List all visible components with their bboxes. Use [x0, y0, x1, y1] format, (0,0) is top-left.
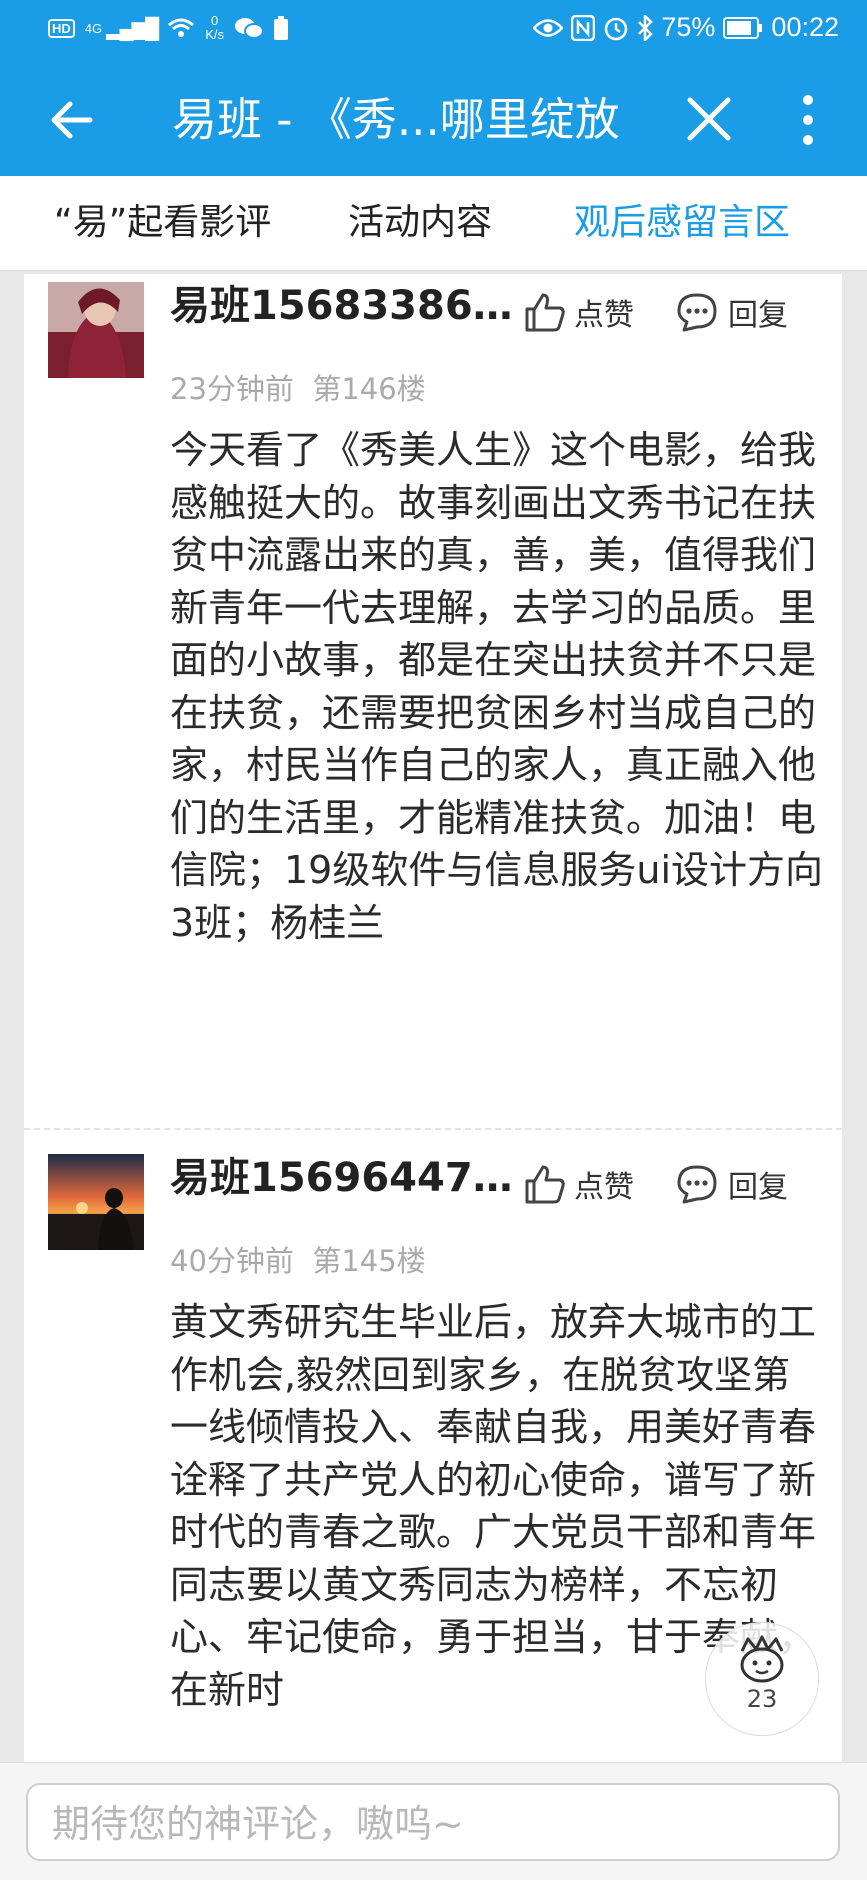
reply-button[interactable]: 回复 [676, 290, 788, 334]
avatar[interactable] [48, 1154, 144, 1250]
wechat-icon [235, 18, 265, 39]
status-bar: HD 4G ▂▄▆█ 0 K/s 75% 00:22 [0, 0, 867, 62]
battery-small-icon [274, 16, 289, 40]
alarm-icon [605, 17, 628, 40]
clock: 00:22 [771, 12, 839, 42]
comment-author[interactable]: 易班15696447... [170, 1150, 518, 1206]
bluetooth-icon [638, 14, 654, 41]
comment-time: 23分钟前 [170, 372, 294, 406]
hd-badge: HD [48, 18, 75, 38]
tab-bar: “易”起看影评 活动内容 观后感留言区 [0, 176, 867, 271]
thumbs-up-icon [525, 1165, 565, 1204]
like-label: 点赞 [574, 1170, 634, 1205]
page-title: 易班 - 《秀...哪里绽放 [172, 93, 620, 146]
wifi-icon [168, 18, 195, 37]
reply-button[interactable]: 回复 [676, 1162, 788, 1206]
reply-bubble-icon [677, 293, 717, 332]
comment-meta: 23分钟前 第146楼 [170, 366, 426, 408]
like-button[interactable]: 点赞 [524, 1162, 634, 1206]
nfc-icon [571, 14, 596, 41]
avatar[interactable] [48, 282, 144, 378]
floating-badge-count: 23 [746, 1685, 778, 1713]
reply-label: 回复 [728, 298, 788, 333]
comment-floor: 第145楼 [312, 1244, 426, 1278]
comment-input[interactable]: 期待您的神评论，嗷呜~ [26, 1783, 840, 1861]
comment-time: 40分钟前 [170, 1244, 294, 1278]
back-arrow-icon[interactable] [44, 92, 100, 148]
signal-icon: ▂▄▆█ [106, 17, 159, 40]
reply-label: 回复 [728, 1170, 788, 1205]
comment-list[interactable]: 易班15683386... 点赞 回复 23分钟前 第146楼 今天看了《秀美人… [24, 274, 842, 1762]
floating-mascot-button[interactable]: 23 [705, 1622, 819, 1736]
tab-film-review[interactable]: “易”起看影评 [54, 198, 271, 248]
comment-floor: 第146楼 [312, 372, 426, 406]
app-bar: 易班 - 《秀...哪里绽放 [0, 62, 867, 176]
comment-meta: 40分钟前 第145楼 [170, 1238, 426, 1280]
comment-divider [24, 1128, 842, 1130]
battery-percent: 75% [661, 12, 716, 42]
like-label: 点赞 [574, 298, 634, 333]
tab-comments-area[interactable]: 观后感留言区 [574, 198, 790, 248]
close-icon[interactable] [680, 90, 738, 148]
tab-activity-content[interactable]: 活动内容 [348, 198, 492, 248]
comment-author[interactable]: 易班15683386... [170, 278, 518, 334]
thumbs-up-icon [525, 293, 565, 332]
reply-bubble-icon [677, 1165, 717, 1204]
more-menu-icon[interactable] [790, 92, 826, 148]
battery-icon [723, 16, 763, 39]
like-button[interactable]: 点赞 [524, 290, 634, 334]
eye-icon [533, 18, 564, 37]
network-type: 4G [84, 20, 103, 36]
comment-body: 今天看了《秀美人生》这个电影，给我感触挺大的。故事刻画出文秀书记在扶贫中流露出来… [170, 428, 823, 945]
network-speed: 0 K/s [205, 13, 225, 42]
comment-input-bar: 期待您的神评论，嗷呜~ [0, 1762, 867, 1880]
